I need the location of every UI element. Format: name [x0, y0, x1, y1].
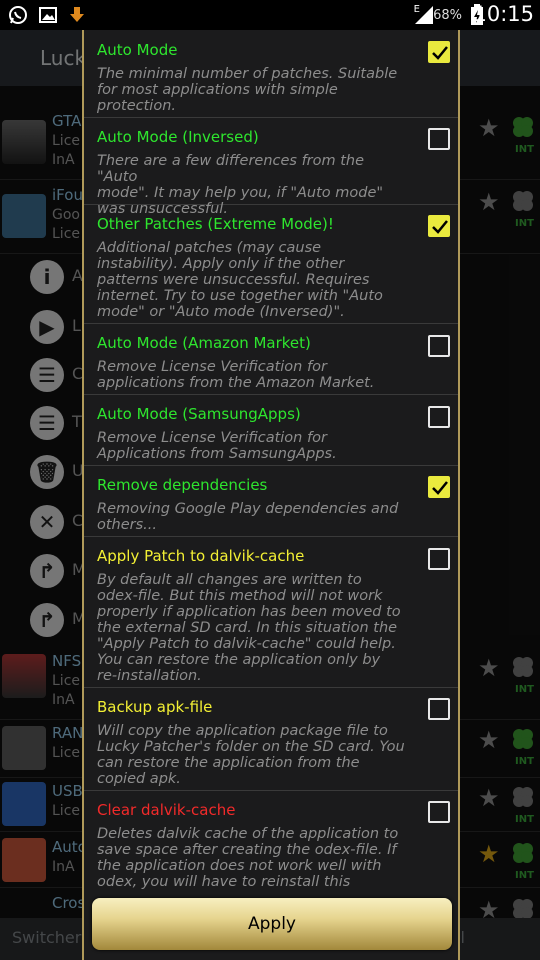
description-line: internet. Try to use together with "Auto: [97, 288, 383, 304]
description-line: for most applications with simple: [97, 82, 338, 98]
whatsapp-icon: [9, 6, 27, 24]
description-line: Applications from SamsungApps.: [97, 446, 337, 462]
option-backup-apk[interactable]: Backup apk-file Will copy the applicatio…: [84, 688, 458, 791]
option-title: Auto Mode (Amazon Market): [97, 334, 311, 352]
option-description: Additional patches (may cause instabilit…: [97, 240, 407, 320]
download-icon: [70, 7, 84, 22]
option-amazon-market[interactable]: Auto Mode (Amazon Market) Remove License…: [84, 324, 458, 395]
description-line: Deletes dalvik cache of the application …: [97, 826, 399, 842]
checkmark-icon: [432, 220, 448, 234]
option-description: Removing Google Play dependencies and ot…: [97, 501, 407, 533]
option-apply-dalvik-cache[interactable]: Apply Patch to dalvik-cache By default a…: [84, 537, 458, 688]
description-line: There are a few differences from the "Au…: [97, 153, 365, 185]
description-line: copied apk.: [97, 771, 181, 787]
description-line: odex, you will have to reinstall this: [97, 874, 351, 890]
option-description: Remove License Verification for applicat…: [97, 359, 407, 391]
option-description: Remove License Verification for Applicat…: [97, 430, 407, 462]
description-line: mode". It may help you, if "Auto mode": [97, 185, 384, 201]
description-line: patterns were unsuccessful. Requires: [97, 272, 370, 288]
checkbox-unchecked[interactable]: [428, 406, 450, 428]
option-title: Other Patches (Extreme Mode)!: [97, 215, 334, 233]
checkbox-unchecked[interactable]: [428, 335, 450, 357]
description-line: applications from the Amazon Market.: [97, 375, 375, 391]
patch-options-dialog: Auto Mode The minimal number of patches.…: [82, 30, 460, 960]
description-line: You can restore the application only by: [97, 652, 381, 668]
option-description: Deletes dalvik cache of the application …: [97, 826, 407, 890]
option-clear-dalvik-cache[interactable]: Clear dalvik-cache Deletes dalvik cache …: [84, 791, 458, 891]
option-auto-mode-inversed[interactable]: Auto Mode (Inversed) There are a few dif…: [84, 118, 458, 217]
description-line: Additional patches (may cause: [97, 240, 322, 256]
option-title: Remove dependencies: [97, 476, 268, 494]
description-line: properly if application has been moved t…: [97, 604, 401, 620]
option-remove-dependencies[interactable]: Remove dependencies Removing Google Play…: [84, 466, 458, 537]
description-line: protection.: [97, 98, 176, 114]
apply-button[interactable]: Apply: [92, 898, 452, 950]
option-title: Auto Mode: [97, 41, 178, 59]
option-title: Clear dalvik-cache: [97, 801, 236, 819]
option-title: Apply Patch to dalvik-cache: [97, 547, 305, 565]
description-line: Will copy the application package file t…: [97, 723, 388, 739]
description-line: others...: [97, 517, 158, 533]
checkbox-unchecked[interactable]: [428, 801, 450, 823]
signal-icon: [415, 6, 433, 24]
checkbox-unchecked[interactable]: [428, 128, 450, 150]
option-title: Auto Mode (Inversed): [97, 128, 259, 146]
option-title: Auto Mode (SamsungApps): [97, 405, 301, 423]
description-line: the application does not work well with: [97, 858, 382, 874]
option-samsung-apps[interactable]: Auto Mode (SamsungApps) Remove License V…: [84, 395, 458, 466]
description-line: odex-file. But this method will not work: [97, 588, 383, 604]
image-icon: [39, 7, 57, 23]
description-line: Remove License Verification for: [97, 430, 327, 446]
description-line: Remove License Verification for: [97, 359, 327, 375]
description-line: re-installation.: [97, 668, 202, 684]
checkbox-unchecked[interactable]: [428, 548, 450, 570]
option-description: By default all changes are written to od…: [97, 572, 407, 684]
option-other-patches[interactable]: Other Patches (Extreme Mode)! Additional…: [84, 205, 458, 324]
description-line: The minimal number of patches. Suitable: [97, 66, 398, 82]
option-description: Will copy the application package file t…: [97, 723, 407, 787]
description-line: "Apply Patch to dalvik-cache" could help…: [97, 636, 396, 652]
description-line: Lucky Patcher's folder on the SD card. Y…: [97, 739, 405, 755]
description-line: the external SD card. In this situation …: [97, 620, 398, 636]
checkbox-checked[interactable]: [428, 476, 450, 498]
option-title: Backup apk-file: [97, 698, 213, 716]
description-line: By default all changes are written to: [97, 572, 362, 588]
option-description: The minimal number of patches. Suitable …: [97, 66, 407, 114]
checkmark-icon: [432, 46, 448, 60]
option-auto-mode[interactable]: Auto Mode The minimal number of patches.…: [84, 30, 458, 118]
clock: 10:15: [473, 2, 534, 26]
checkbox-checked[interactable]: [428, 41, 450, 63]
checkmark-icon: [432, 481, 448, 495]
status-bar: E 68% 10:15: [0, 0, 540, 30]
description-line: can restore the application from the: [97, 755, 360, 771]
description-line: Removing Google Play dependencies and: [97, 501, 399, 517]
checkbox-unchecked[interactable]: [428, 698, 450, 720]
description-line: mode" or "Auto mode (Inversed)".: [97, 304, 345, 320]
description-line: save space after creating the odex-file.…: [97, 842, 397, 858]
checkbox-checked[interactable]: [428, 215, 450, 237]
description-line: instability). Apply only if the other: [97, 256, 345, 272]
